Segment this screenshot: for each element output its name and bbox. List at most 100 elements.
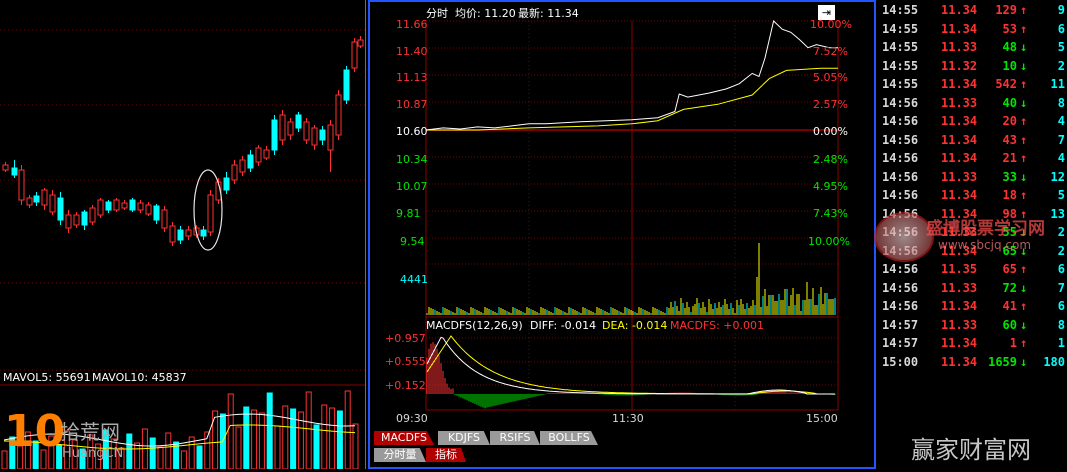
price-tick: 9.81 xyxy=(396,207,421,220)
volume-bar xyxy=(329,407,336,470)
arrow-up-icon: ↑ xyxy=(1020,77,1028,91)
price-tick: 10.34 xyxy=(396,153,428,166)
trade-tick-row: 14:56 11.34 21 ↑ 4 xyxy=(878,149,1067,167)
tick-count: 13 xyxy=(1050,206,1065,221)
trade-tick-row: 14:57 11.34 1 ↑ 1 xyxy=(878,334,1067,352)
kline-candle xyxy=(18,169,25,201)
tick-time: 14:56 xyxy=(882,114,919,128)
tick-price: 11.34 xyxy=(941,354,978,369)
kline-candle xyxy=(303,121,310,141)
intraday-panel[interactable]: 分时 均价: 11.20 最新: 11.34 ⇥ 11.66 11.40 11.… xyxy=(368,0,876,469)
intraday-chart xyxy=(425,20,839,411)
arrow-up-icon: ↑ xyxy=(1020,262,1028,276)
tab-rsifs[interactable]: RSIFS xyxy=(490,431,540,445)
kline-panel[interactable]: MAVOL5: 55691 MAVOL10: 45837 10 拾荒网 Huan… xyxy=(0,0,365,470)
chart-mode-label: 分时 xyxy=(426,7,448,20)
tick-count: 1 xyxy=(1057,336,1065,350)
kline-candle xyxy=(351,41,358,69)
macd-dea-label: DEA: -0.014 xyxy=(602,319,668,332)
pct-tick: 2.57% xyxy=(813,98,848,111)
kline-candle xyxy=(223,177,230,191)
trade-tick-row: 14:55 11.34 542 ↑ 11 xyxy=(878,75,1067,93)
tick-count: 5 xyxy=(1057,188,1065,202)
kline-candle xyxy=(169,225,176,243)
arrow-down-icon: ↓ xyxy=(1020,58,1028,73)
bottom-right-watermark: 赢家财富网 xyxy=(911,436,1031,464)
tick-price: 11.32 xyxy=(941,58,978,73)
tick-volume: 43 xyxy=(1002,132,1017,147)
kline-candle xyxy=(327,124,334,151)
volume-bar xyxy=(126,433,133,470)
pct-tick: 0.00% xyxy=(813,125,848,138)
tick-volume: 48 xyxy=(1002,40,1017,54)
arrow-up-icon: ↑ xyxy=(1020,3,1028,17)
kline-candle xyxy=(105,201,112,211)
tick-count: 180 xyxy=(1043,354,1065,369)
tab-indicator[interactable]: 指标 xyxy=(426,448,466,462)
kline-candle xyxy=(33,195,40,203)
kline-candle xyxy=(231,164,238,181)
tick-price: 11.34 xyxy=(941,151,978,165)
kline-candle xyxy=(319,129,326,141)
tick-count: 7 xyxy=(1057,280,1065,295)
tick-price: 11.34 xyxy=(941,188,978,202)
tick-volume: 20 xyxy=(1002,114,1017,128)
tick-time: 14:57 xyxy=(882,336,919,350)
tick-volume: 33 xyxy=(1002,169,1017,184)
kline-candle xyxy=(81,211,88,226)
volume-bar xyxy=(258,412,265,470)
tick-time: 14:56 xyxy=(882,280,919,295)
kline-candle xyxy=(177,229,184,241)
mavol5-label: MAVOL5: 55691 xyxy=(3,371,91,384)
kline-candle xyxy=(295,114,302,129)
tab-kdjfs[interactable]: KDJFS xyxy=(438,431,490,445)
tab-volume[interactable]: 分时量 xyxy=(374,448,426,462)
trade-ticks-panel[interactable]: 14:55 11.34 129 ↑ 9 14:55 11.34 53 ↑ 6 14:55 11.33 4… xyxy=(874,0,1067,469)
trade-tick-row: 14:56 11.33 33 ↓ 12 xyxy=(878,168,1067,186)
pct-tick: 5.05% xyxy=(813,71,848,84)
tick-volume: 40 xyxy=(1002,95,1017,110)
pct-tick: 2.48% xyxy=(813,153,848,166)
price-tick: 10.60 xyxy=(396,125,428,138)
tick-volume: 10 xyxy=(1002,58,1017,73)
trade-tick-row: 14:56 11.34 20 ↑ 4 xyxy=(878,112,1067,130)
trade-tick-row: 14:57 11.33 60 ↓ 8 xyxy=(878,316,1067,334)
price-tick: 11.13 xyxy=(396,71,428,84)
arrow-up-icon: ↑ xyxy=(1020,299,1028,313)
kline-candle xyxy=(343,69,350,101)
kline-candle xyxy=(137,202,144,211)
volume-bar xyxy=(243,406,250,470)
tick-count: 2 xyxy=(1057,243,1065,258)
kline-candle xyxy=(121,202,128,209)
tick-time: 15:00 xyxy=(882,354,919,369)
pct-tick: 10.00% xyxy=(808,235,850,248)
tick-time: 14:56 xyxy=(882,95,919,110)
arrow-up-icon: ↑ xyxy=(1020,114,1028,128)
kline-candle xyxy=(49,194,56,213)
tick-time: 14:56 xyxy=(882,151,919,165)
tick-count: 6 xyxy=(1057,299,1065,313)
tick-price: 11.33 xyxy=(941,95,978,110)
kline-candle xyxy=(287,121,294,136)
macd-tick: +0.555 xyxy=(385,355,426,368)
left-watermark-logo: 10 xyxy=(4,406,66,457)
tick-price: 11.34 xyxy=(941,3,978,17)
kline-candle xyxy=(65,214,72,229)
tab-macdfs[interactable]: MACDFS xyxy=(374,431,434,445)
arrow-down-icon: ↓ xyxy=(1020,354,1028,369)
kline-candle xyxy=(239,159,246,173)
kline-candle xyxy=(89,207,96,223)
kline-candle xyxy=(97,199,104,216)
tick-time: 14:56 xyxy=(882,132,919,147)
tick-time: 14:56 xyxy=(882,299,919,313)
tick-count: 2 xyxy=(1057,225,1065,239)
arrow-down-icon: ↓ xyxy=(1020,95,1028,110)
macd-diff-label: DIFF: -0.014 xyxy=(530,319,597,332)
trade-tick-row: 14:56 11.33 40 ↓ 8 xyxy=(878,94,1067,112)
pct-tick: 7.52% xyxy=(813,45,848,58)
tick-count: 8 xyxy=(1057,317,1065,332)
tick-count: 11 xyxy=(1050,77,1065,91)
tab-bollfs[interactable]: BOLLFS xyxy=(540,431,598,445)
volume-bar xyxy=(282,405,289,470)
tick-volume: 1659 xyxy=(988,354,1017,369)
